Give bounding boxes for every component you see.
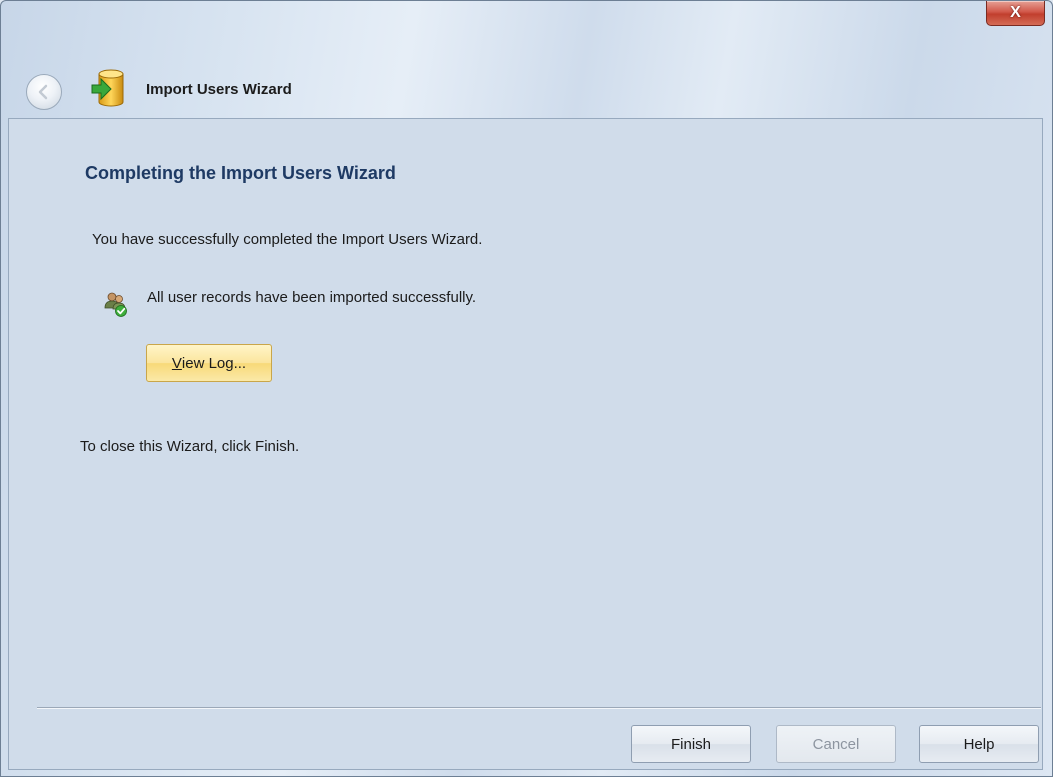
users-check-icon xyxy=(104,292,127,317)
close-button[interactable]: X xyxy=(986,1,1045,26)
view-log-label: iew Log... xyxy=(181,354,247,372)
close-hint-text: To close this Wizard, click Finish. xyxy=(80,438,300,455)
database-import-icon xyxy=(91,69,124,107)
view-log-button[interactable]: View Log... xyxy=(146,344,272,382)
help-button[interactable]: Help xyxy=(919,725,1039,763)
wizard-title: Import Users Wizard xyxy=(146,81,292,98)
view-log-mnemonic: V xyxy=(171,354,182,372)
wizard-window: X Import Users Wizard Completing the Imp… xyxy=(0,0,1053,777)
cancel-button[interactable]: Cancel xyxy=(776,725,896,763)
close-icon: X xyxy=(1010,4,1021,21)
footer-separator xyxy=(37,707,1041,709)
completed-text: You have successfully completed the Impo… xyxy=(92,231,483,248)
back-button[interactable] xyxy=(26,74,62,110)
page-heading: Completing the Import Users Wizard xyxy=(85,163,396,183)
title-bar xyxy=(1,1,1052,119)
back-arrow-icon xyxy=(38,84,48,100)
status-text: All user records have been imported succ… xyxy=(147,289,477,306)
finish-button[interactable]: Finish xyxy=(631,725,751,763)
